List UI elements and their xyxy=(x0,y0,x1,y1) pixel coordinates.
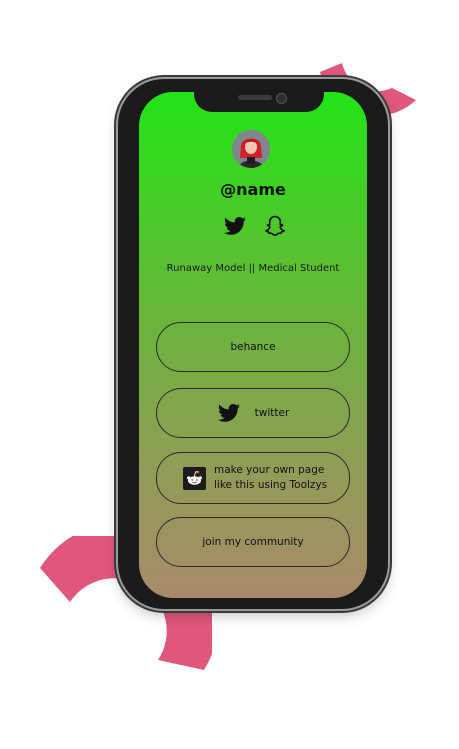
twitter-icon[interactable] xyxy=(223,214,247,238)
twitter-icon xyxy=(217,401,241,425)
speaker-grill xyxy=(238,95,272,100)
social-icons xyxy=(221,214,291,238)
avatar-photo-icon xyxy=(232,130,270,168)
front-camera xyxy=(276,93,287,104)
link-button-twitter[interactable]: twitter xyxy=(156,388,350,438)
snapchat-icon[interactable] xyxy=(263,214,287,238)
link-button-behance[interactable]: behance xyxy=(156,322,350,372)
link-button-community[interactable]: join my community xyxy=(156,517,350,567)
avatar[interactable] xyxy=(232,130,270,168)
link-label: twitter xyxy=(254,406,290,419)
link-label: join my community xyxy=(202,535,304,548)
profile-bio: Runaway Model || Medical Student xyxy=(166,263,340,274)
link-label: behance xyxy=(230,340,276,353)
reddit-icon xyxy=(183,466,206,490)
link-button-toolzys[interactable]: make your own page like this using Toolz… xyxy=(156,452,350,504)
profile-handle: @name xyxy=(220,180,286,199)
link-label: make your own page like this using Toolz… xyxy=(214,464,328,491)
phone-screen: @name Runaway Model || Medical Student b… xyxy=(139,92,367,598)
